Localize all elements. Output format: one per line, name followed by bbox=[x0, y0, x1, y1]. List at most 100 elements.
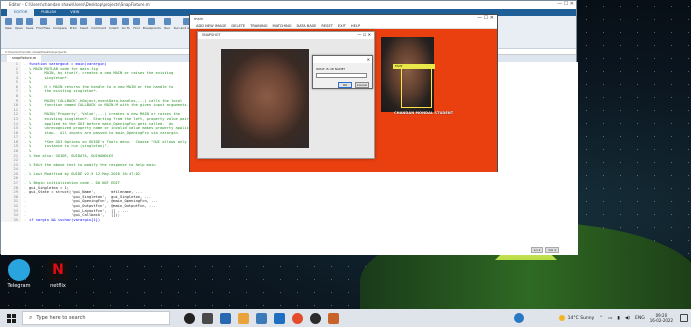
code-text: % stop. All inputs are passed to main_Op… bbox=[29, 130, 180, 135]
code-text: % See also: GUIDE, GUIDATA, GUIHANDLES bbox=[29, 153, 114, 158]
search-icon: ⌕ bbox=[29, 314, 33, 321]
ribbon-icon bbox=[56, 18, 64, 25]
file-explorer-icon[interactable] bbox=[238, 312, 249, 324]
code-text: % the existing singleton*. bbox=[29, 89, 98, 94]
ribbon-button[interactable]: Indent bbox=[109, 18, 119, 46]
menu-matching[interactable]: MATCHING bbox=[272, 23, 291, 28]
language-indicator[interactable]: ENG bbox=[635, 316, 645, 321]
windows-start-button[interactable] bbox=[0, 309, 22, 327]
battery-icon[interactable]: ▮ bbox=[617, 316, 619, 321]
pinned-apps[interactable] bbox=[184, 312, 339, 324]
ribbon-icon bbox=[132, 18, 140, 25]
chrome-icon[interactable] bbox=[292, 312, 303, 324]
ribbon-label: Breakpoints bbox=[142, 26, 161, 30]
menu-reset[interactable]: RESET bbox=[321, 23, 333, 28]
desktop-icon-label: Telegram bbox=[7, 283, 31, 289]
code-line[interactable]: 35- if nargin && ischar(varargin{1}) bbox=[1, 217, 578, 223]
ribbon-label: Run bbox=[164, 26, 171, 30]
clock-date: 16-02-2022 bbox=[649, 318, 673, 323]
line-number: 35 bbox=[1, 217, 21, 223]
ribbon-button[interactable]: Go To bbox=[122, 18, 130, 46]
volume-icon[interactable]: ◀) bbox=[625, 316, 630, 321]
code-text: % Edit the above text to modify the resp… bbox=[29, 162, 156, 167]
menu-training[interactable]: TRAINING bbox=[250, 23, 267, 28]
breakpoint-gutter[interactable]: - bbox=[21, 218, 29, 223]
weather-widget[interactable]: 14°C Sunny bbox=[558, 315, 595, 321]
desktop-icon-label: netflix bbox=[50, 283, 66, 289]
app-icon[interactable] bbox=[220, 312, 231, 324]
ribbon-label: Insert bbox=[79, 26, 89, 30]
telegram-icon bbox=[8, 259, 30, 281]
tray-app-icon[interactable] bbox=[513, 313, 524, 323]
snapshot-face-photo bbox=[221, 49, 309, 148]
ribbon-label: Find Files bbox=[36, 26, 51, 30]
ribbon-button[interactable]: Comment bbox=[91, 18, 106, 46]
app-icon[interactable] bbox=[256, 312, 267, 324]
system-tray[interactable]: 14°C Sunny ⌃ ▭ ▮ ◀) ENG 09:20 16-02-2022 bbox=[513, 309, 691, 327]
name-input-field[interactable] bbox=[316, 73, 367, 78]
network-icon[interactable]: ▭ bbox=[608, 316, 612, 321]
tab-publish[interactable]: PUBLISH bbox=[34, 9, 63, 16]
ribbon-icon bbox=[95, 18, 103, 25]
ribbon-button[interactable]: Compare bbox=[53, 18, 67, 46]
editor-status-fields: Ln 1 Col 1 bbox=[531, 247, 577, 253]
ribbon-label: Print bbox=[69, 26, 77, 30]
ribbon-icon bbox=[122, 18, 130, 25]
app-icon[interactable] bbox=[310, 312, 321, 324]
ribbon-label: Open bbox=[15, 26, 24, 30]
menu-help[interactable]: HELP bbox=[351, 23, 360, 28]
ribbon-button[interactable]: New bbox=[5, 18, 12, 46]
ribbon-label: Comment bbox=[91, 26, 106, 30]
windows-logo-icon bbox=[6, 313, 16, 323]
menu-exit[interactable]: EXIT bbox=[338, 23, 346, 28]
ribbon-label: Compare bbox=[53, 26, 67, 30]
tab-editor[interactable]: EDITOR bbox=[7, 9, 35, 16]
matlab-icon[interactable] bbox=[328, 312, 339, 324]
file-tab[interactable]: snapfixture.m bbox=[7, 55, 42, 62]
code-text: % Last Modified by GUIDE v2.5 12-May-201… bbox=[29, 171, 141, 176]
ribbon-button[interactable]: Find bbox=[132, 18, 140, 46]
taskbar-search-box[interactable]: ⌕ Type here to search bbox=[22, 311, 170, 325]
gui-title: main bbox=[190, 15, 497, 23]
ribbon-button[interactable]: Breakpoints bbox=[143, 18, 161, 46]
close-icon[interactable]: ✕ bbox=[367, 56, 370, 63]
task-view-icon[interactable] bbox=[202, 312, 213, 324]
column-indicator: Col 1 bbox=[545, 247, 560, 253]
clock[interactable]: 09:20 16-02-2022 bbox=[650, 313, 673, 323]
ribbon-label: Indent bbox=[109, 26, 119, 30]
snapshot-window[interactable]: SNAPSHOT — ☐ ✕ bbox=[197, 31, 375, 159]
ribbon-button[interactable]: Insert bbox=[79, 18, 89, 46]
menu-delete[interactable]: DELETE bbox=[231, 23, 245, 28]
code-text: % instance to run (singleton)". bbox=[29, 144, 109, 149]
ok-button[interactable]: OK bbox=[338, 82, 352, 88]
code-text: % singleton*. bbox=[29, 75, 69, 80]
ribbon-button[interactable]: Open bbox=[15, 18, 23, 46]
snapshot-window-controls[interactable]: — ☐ ✕ bbox=[358, 32, 371, 37]
ribbon-icon bbox=[69, 18, 77, 25]
netflix-icon: N bbox=[47, 259, 69, 281]
ribbon-label: Find bbox=[133, 26, 140, 30]
ribbon-button[interactable]: Find Files bbox=[36, 18, 50, 46]
menu-data-base[interactable]: DATA BASE bbox=[297, 23, 317, 28]
dialog-title: ✕ bbox=[313, 56, 372, 63]
ribbon-button[interactable]: Print bbox=[69, 18, 77, 46]
window-title: Editor - C:\Users\chandan shaw\Users\Des… bbox=[1, 1, 576, 9]
ribbon-button[interactable]: Run bbox=[163, 18, 171, 46]
weather-text: 14°C Sunny bbox=[567, 315, 595, 321]
tab-view[interactable]: VIEW bbox=[63, 9, 86, 16]
gui-window-controls[interactable]: — ☐ ✕ bbox=[477, 15, 494, 21]
cancel-button[interactable]: Cancel bbox=[355, 82, 369, 88]
notification-icon[interactable] bbox=[680, 314, 688, 322]
ribbon-icon bbox=[163, 18, 171, 25]
menu-add-new-image[interactable]: ADD NEW IMAGE bbox=[196, 23, 226, 28]
cortana-icon[interactable] bbox=[184, 312, 195, 324]
window-controls[interactable]: — ☐ ✕ bbox=[557, 1, 574, 7]
desktop-icon-telegram[interactable]: Telegram bbox=[5, 259, 33, 289]
desktop-icon-netflix[interactable]: N netflix bbox=[44, 259, 72, 289]
chevron-up-icon[interactable]: ⌃ bbox=[599, 316, 603, 321]
ribbon-label: New bbox=[5, 26, 12, 30]
name-input-dialog[interactable]: ✕ WHAT IS UR NAME? OK Cancel bbox=[312, 55, 373, 89]
ribbon-button[interactable]: Save bbox=[26, 18, 33, 46]
code-text: % function named CALLBACK in MAIN.M with… bbox=[29, 103, 189, 108]
app-icon[interactable] bbox=[274, 312, 285, 324]
